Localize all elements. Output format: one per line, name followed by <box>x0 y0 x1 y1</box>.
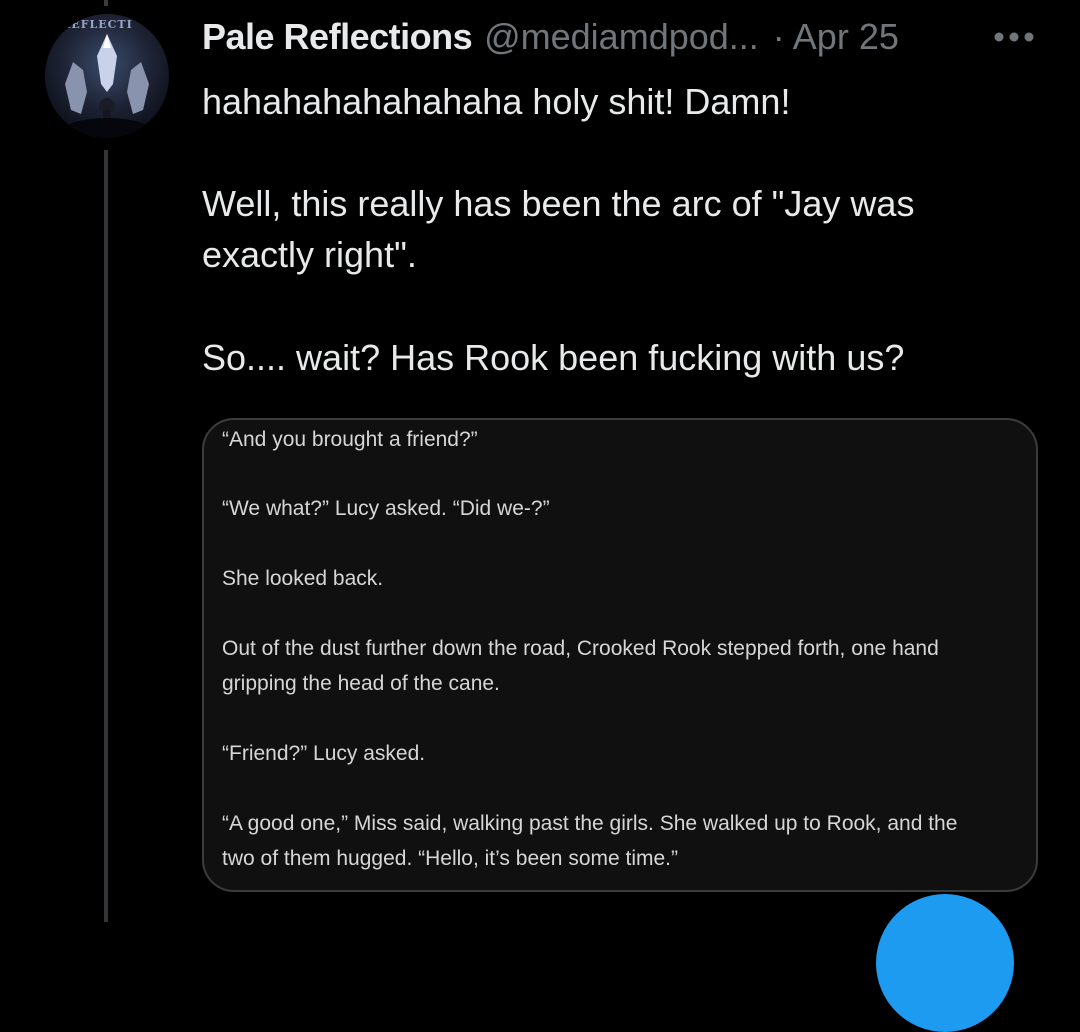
attached-image[interactable]: “And you brought a friend?” “We what?” L… <box>202 418 1038 892</box>
separator-dot: · <box>772 16 785 57</box>
avatar-logo-text: E REFLECTI <box>47 18 133 31</box>
tweet-date[interactable]: Apr 25 <box>793 16 899 58</box>
more-dots-icon <box>994 32 1034 42</box>
thread-line-top <box>104 0 108 6</box>
tweet-text-line: Well, this really has been the arc of "J… <box>202 183 915 275</box>
excerpt-line: two of them hugged. “Hello, it’s been so… <box>222 847 679 870</box>
excerpt-line: Out of the dust further down the road, C… <box>222 637 939 660</box>
tweet-header: Pale Reflections @mediamdpod... · Apr 25 <box>202 14 899 60</box>
thread-line <box>104 150 108 922</box>
more-button[interactable] <box>992 22 1036 52</box>
excerpt-line: “We what?” Lucy asked. “Did we-?” <box>222 497 550 520</box>
excerpt-line: gripping the head of the cane. <box>222 672 500 695</box>
excerpt-line: “Friend?” Lucy asked. <box>222 742 426 765</box>
tweet-text-line: hahahahahahahaha holy shit! Damn! <box>202 81 791 122</box>
excerpt-line: “A good one,” Miss said, walking past th… <box>222 812 958 835</box>
excerpt-line: “And you brought a friend?” <box>222 428 478 451</box>
user-handle[interactable]: @mediamdpod... <box>484 16 759 58</box>
avatar[interactable]: E REFLECTI <box>45 14 169 138</box>
excerpt-line: She looked back. <box>222 567 384 590</box>
tweet-text-line: So.... wait? Has Rook been fucking with … <box>202 337 905 378</box>
compose-button[interactable] <box>876 894 1014 1032</box>
display-name[interactable]: Pale Reflections <box>202 16 473 58</box>
avatar-image <box>61 34 153 138</box>
